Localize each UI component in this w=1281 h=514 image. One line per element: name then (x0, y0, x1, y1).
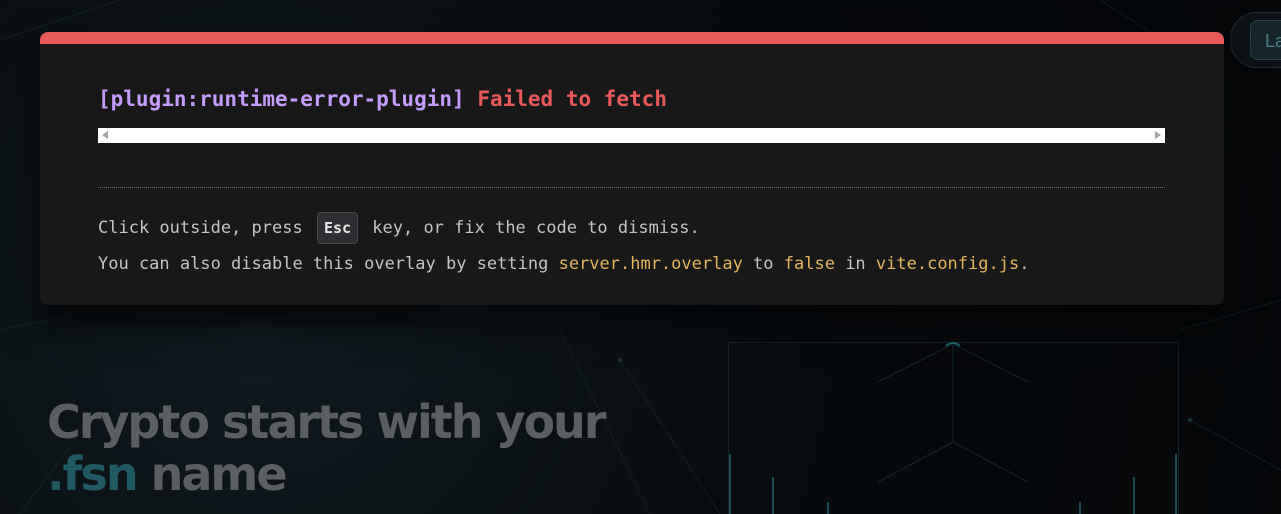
dismiss-tip: Click outside, press Esc key, or fix the… (98, 211, 700, 245)
dismiss-tip-text-end: key, or fix the code to dismiss. (362, 218, 700, 238)
disable-overlay-tip: You can also disable this overlay by set… (98, 251, 1029, 277)
hero-title-line1: Crypto starts with your (47, 395, 606, 449)
hero-title-line2: name (136, 447, 288, 501)
overlay-divider (98, 187, 1165, 188)
error-plugin-tag: [plugin:runtime-error-plugin] (98, 87, 465, 111)
disable-tip-text-1: You can also disable this overlay by set… (98, 254, 559, 274)
config-file-code: vite.config.js (875, 254, 1020, 274)
error-message: Failed to fetch (477, 87, 667, 111)
hero-title-accent: .fsn (47, 447, 139, 501)
disable-tip-text-2: to (742, 254, 784, 274)
disable-tip-text-4: . (1019, 254, 1030, 274)
hero-title: Crypto starts with your .fsn name (47, 395, 606, 501)
config-key-code: server.hmr.overlay (558, 254, 743, 274)
error-heading: [plugin:runtime-error-plugin] Failed to … (98, 84, 667, 114)
config-value-code: false (783, 254, 835, 274)
error-frame-scrollbar[interactable] (98, 128, 1165, 143)
scroll-left-arrow-icon[interactable] (102, 131, 108, 139)
scroll-right-arrow-icon[interactable] (1155, 131, 1161, 139)
disable-tip-text-3: in (834, 254, 876, 274)
error-overlay: [plugin:runtime-error-plugin] Failed to … (40, 32, 1224, 305)
launch-app-button[interactable]: La (1250, 20, 1281, 60)
hero-graphic (729, 342, 1177, 514)
dismiss-tip-text-start: Click outside, press (98, 218, 313, 238)
page: La Crypto starts with your .fsn name [pl… (0, 0, 1281, 514)
esc-key: Esc (316, 212, 359, 244)
